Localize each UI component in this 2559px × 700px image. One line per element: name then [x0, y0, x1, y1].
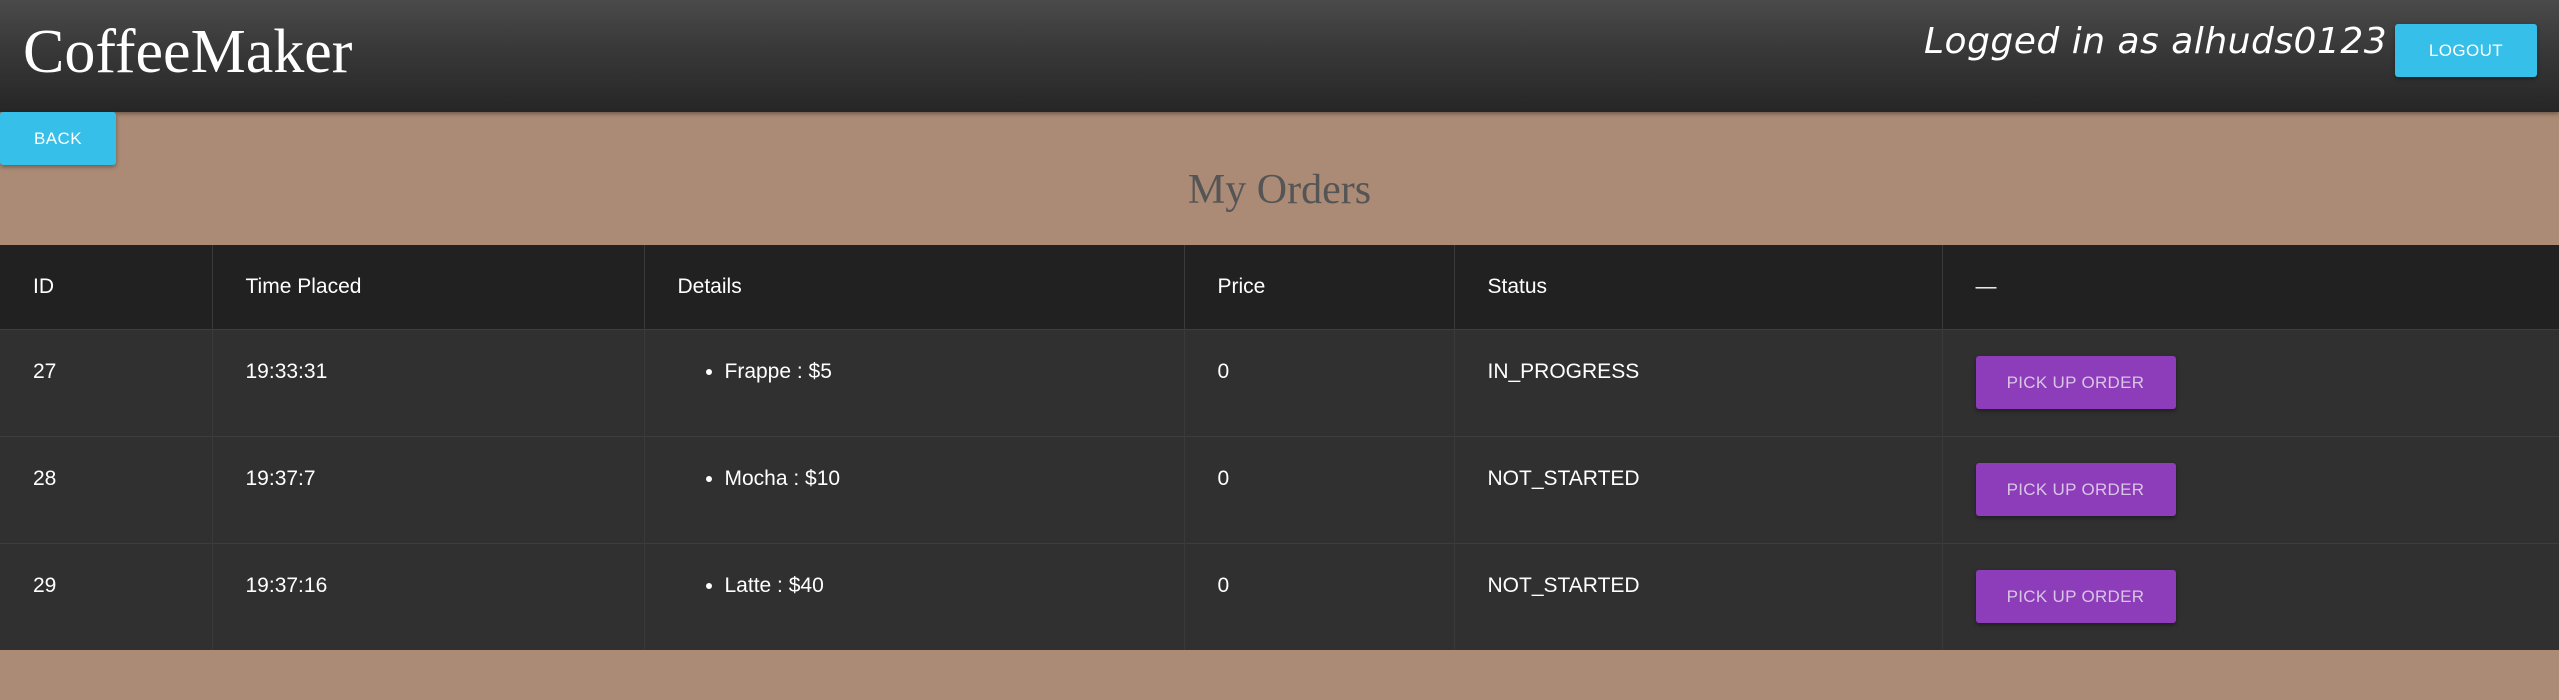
order-time-cell: 19:37:16: [212, 543, 645, 650]
column-header-time-placed: Time Placed: [212, 245, 645, 330]
order-id: 29: [33, 574, 57, 597]
table-row: 27 19:33:31 Frappe : $5 0 IN_PROGRESS PI…: [0, 329, 2559, 437]
column-header-price: Price: [1184, 245, 1455, 330]
logged-in-user-text: Logged in as alhuds0123: [1924, 21, 2388, 62]
order-details-list: Latte : $40: [678, 544, 1184, 601]
order-time-cell: 19:33:31: [212, 329, 645, 437]
order-details-list: Frappe : $5: [678, 330, 1184, 387]
order-status-cell: NOT_STARTED: [1454, 436, 1943, 544]
order-price: 0: [1217, 467, 1230, 490]
order-time: 19:37:16: [245, 574, 328, 597]
order-price-cell: 0: [1184, 543, 1455, 650]
order-id: 27: [33, 360, 57, 383]
order-price: 0: [1217, 574, 1230, 597]
order-details-cell: Frappe : $5: [644, 329, 1185, 437]
page-title: My Orders: [1187, 167, 1372, 213]
order-status: IN_PROGRESS: [1487, 360, 1640, 383]
table-header-row: ID Time Placed Details Price Status —: [0, 245, 2559, 330]
back-button[interactable]: BACK: [0, 112, 116, 165]
order-time: 19:33:31: [245, 360, 328, 383]
order-id: 28: [33, 467, 57, 490]
order-action-cell: PICK UP ORDER: [1942, 329, 2559, 437]
pick-up-order-button[interactable]: PICK UP ORDER: [1975, 570, 2176, 623]
order-id-cell: 27: [0, 329, 213, 437]
order-detail-item: Frappe : $5: [725, 357, 1184, 387]
order-status: NOT_STARTED: [1487, 574, 1640, 597]
column-header-actions: —: [1942, 245, 2559, 330]
order-action-cell: PICK UP ORDER: [1942, 436, 2559, 544]
order-time: 19:37:7: [245, 467, 316, 490]
order-status-cell: NOT_STARTED: [1454, 543, 1943, 650]
order-price-cell: 0: [1184, 436, 1455, 544]
order-status-cell: IN_PROGRESS: [1454, 329, 1943, 437]
app-brand: CoffeeMaker: [23, 18, 353, 86]
column-header-id: ID: [0, 245, 213, 330]
app-header: CoffeeMaker Logged in as alhuds0123 LOGO…: [0, 0, 2559, 112]
pick-up-order-button[interactable]: PICK UP ORDER: [1975, 356, 2176, 409]
order-id-cell: 28: [0, 436, 213, 544]
order-time-cell: 19:37:7: [212, 436, 645, 544]
table-row: 29 19:37:16 Latte : $40 0 NOT_STARTED PI…: [0, 543, 2559, 650]
order-details-cell: Latte : $40: [644, 543, 1185, 650]
order-details-list: Mocha : $10: [678, 437, 1184, 494]
order-price-cell: 0: [1184, 329, 1455, 437]
order-details-cell: Mocha : $10: [644, 436, 1185, 544]
order-price: 0: [1217, 360, 1230, 383]
table-row: 28 19:37:7 Mocha : $10 0 NOT_STARTED PIC…: [0, 436, 2559, 544]
pick-up-order-button[interactable]: PICK UP ORDER: [1975, 463, 2176, 516]
order-detail-item: Latte : $40: [725, 571, 1184, 601]
order-action-cell: PICK UP ORDER: [1942, 543, 2559, 650]
order-detail-item: Mocha : $10: [725, 464, 1184, 494]
logout-button[interactable]: LOGOUT: [2395, 24, 2537, 77]
column-header-status: Status: [1454, 245, 1943, 330]
orders-table: ID Time Placed Details Price Status — 27…: [0, 245, 2559, 650]
column-header-details: Details: [644, 245, 1185, 330]
order-id-cell: 29: [0, 543, 213, 650]
order-status: NOT_STARTED: [1487, 467, 1640, 490]
